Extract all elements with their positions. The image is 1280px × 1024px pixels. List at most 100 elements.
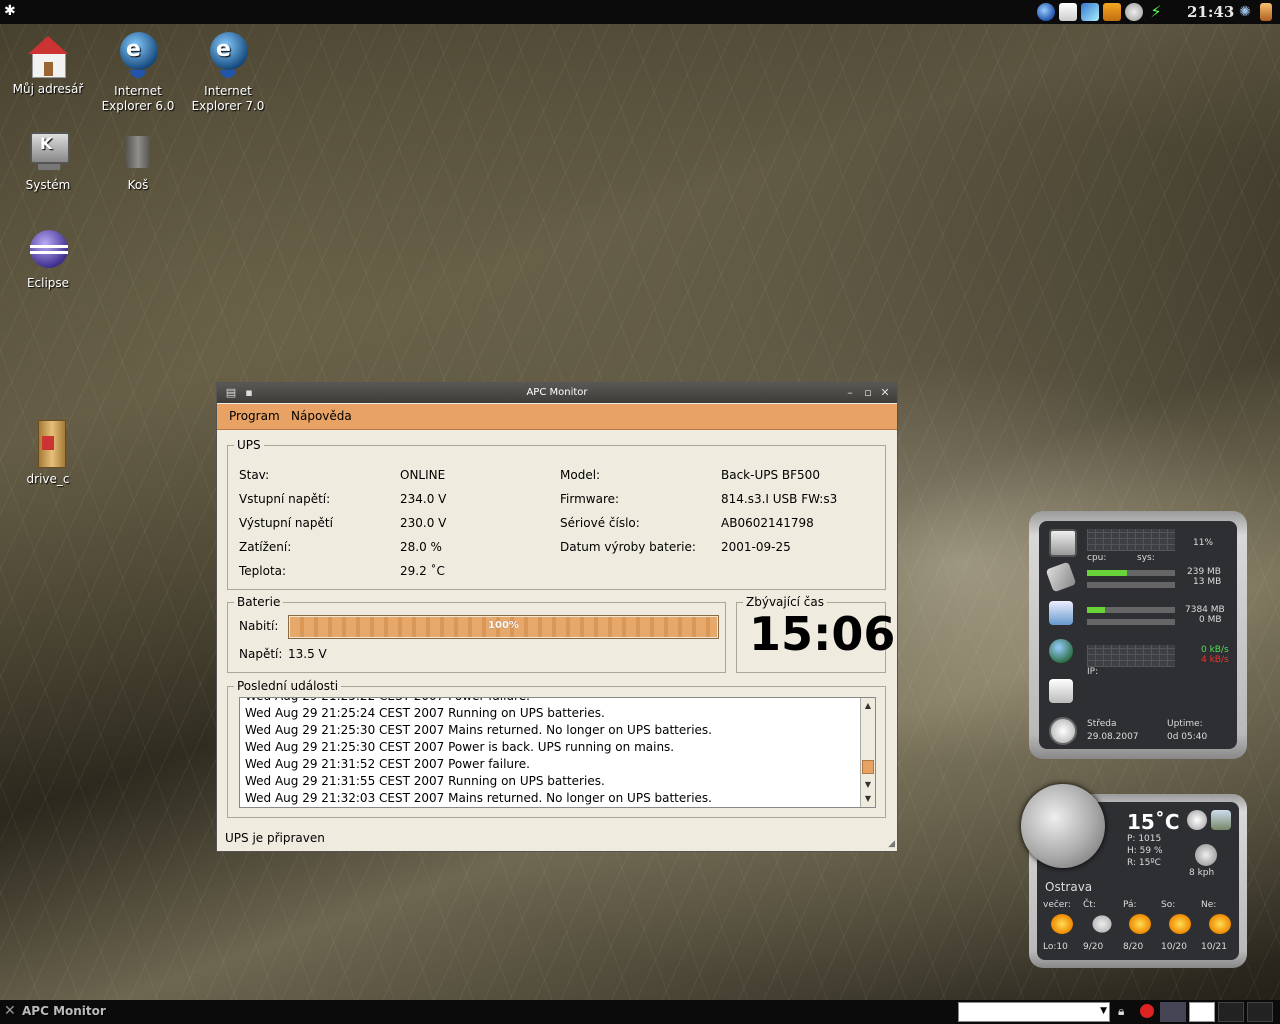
resize-grip-icon[interactable]: ◢ — [888, 839, 895, 849]
remaining-time-group: Zbývající čas 15:06 — [736, 595, 895, 673]
ups-legend: UPS — [234, 438, 264, 452]
battery-icon[interactable] — [1260, 3, 1272, 21]
lock-icon[interactable]: 🔒︎ — [1118, 1004, 1124, 1019]
charge-progress-bar: 100% — [288, 615, 719, 639]
app-x-icon: ✕ — [4, 1003, 16, 1019]
scroll-thumb[interactable] — [862, 760, 874, 774]
desktop-icon-label: Explorer 7.0 — [191, 99, 265, 113]
logout-icon[interactable] — [1140, 1004, 1154, 1018]
globe-icon[interactable] — [1187, 810, 1207, 830]
desktop-icon-label: Koš — [127, 178, 149, 192]
cloudy-icon — [1091, 914, 1113, 934]
taskbar-apc-monitor[interactable]: APC Monitor — [22, 1004, 106, 1018]
scroll-down-icon[interactable]: ▼ — [862, 793, 874, 805]
status-bar: UPS je připraven — [225, 831, 325, 845]
forecast-temps: 10/21 — [1201, 942, 1227, 952]
event-line: Wed Aug 29 21:32:03 CEST 2007 Mains retu… — [245, 791, 712, 805]
pager-desktop-2[interactable] — [1189, 1002, 1215, 1022]
close-icon[interactable]: ✕ — [878, 386, 892, 400]
pager-desktop-4[interactable] — [1247, 1002, 1273, 1022]
events-scrollbar[interactable]: ▲ ▼ ▼ — [860, 698, 875, 807]
home-icon — [28, 36, 68, 78]
ram-bar — [1087, 570, 1175, 576]
scroll-down-small-icon[interactable]: ▼ — [862, 779, 874, 791]
desktop-icon-drive-c[interactable]: drive_c — [0, 420, 96, 487]
model-value: Back-UPS BF500 — [721, 468, 820, 482]
charge-percent: 100% — [488, 620, 519, 631]
events-legend: Poslední události — [234, 679, 342, 693]
minimize-icon[interactable]: – — [843, 386, 857, 400]
forecast-day: Ne: — [1201, 900, 1217, 910]
top-panel: ✱ ⚡ 21:43 ✺ — [0, 0, 1280, 24]
battery-date-label: Datum výroby baterie: — [560, 540, 696, 554]
weather-real: R: 15ºC — [1127, 858, 1161, 868]
notepad-icon[interactable] — [1059, 3, 1077, 21]
ie7-icon: e — [208, 30, 248, 80]
net-down: 4 kB/s — [1201, 655, 1229, 665]
temperature-label: Teplota: — [239, 564, 287, 578]
desktop-icon-ie6[interactable]: e Internet Explorer 6.0 — [90, 30, 186, 114]
input-voltage-value: 234.0 V — [400, 492, 447, 506]
weather-icon[interactable] — [1125, 3, 1143, 21]
taskbar-combobox[interactable]: ▼ — [958, 1002, 1110, 1022]
chevron-down-icon[interactable]: ▼ — [1100, 1006, 1107, 1016]
sun-icon[interactable]: ✺ — [1236, 3, 1254, 21]
window-titlebar[interactable]: ▤ ▪ APC Monitor – ▫ ✕ — [217, 383, 897, 403]
sticky-icon[interactable]: ▪ — [242, 386, 256, 400]
globe-icon[interactable] — [1037, 3, 1055, 21]
desktop-icon-eclipse[interactable]: Eclipse — [0, 230, 96, 291]
input-voltage-label: Vstupní napětí: — [239, 492, 331, 506]
menu-napoveda[interactable]: Nápověda — [291, 409, 352, 423]
charge-label: Nabití: — [239, 619, 279, 633]
disk2-bar — [1087, 619, 1175, 625]
trash-icon — [118, 132, 158, 174]
power-icon[interactable]: ⚡ — [1147, 3, 1165, 21]
kde-menu-icon[interactable]: ✱ — [4, 3, 20, 21]
window-menu-icon[interactable]: ▤ — [224, 386, 238, 400]
load-value: 28.0 % — [400, 540, 442, 554]
uptime-value: 0d 05:40 — [1167, 732, 1208, 742]
forecast-temps: 10/20 — [1161, 942, 1187, 952]
map-icon[interactable] — [1211, 810, 1231, 830]
network-icon[interactable] — [1081, 3, 1099, 21]
city: Ostrava — [1045, 880, 1093, 894]
partly-cloudy-icon — [1169, 914, 1191, 934]
ups-group: UPS Stav: ONLINE Vstupní napětí: 234.0 V… — [227, 438, 886, 590]
desktop-icon-home[interactable]: Můj adresář — [0, 36, 96, 97]
sysmon-widget: 11% cpu: sys: 239 MB 13 MB 7384 MB 0 MB … — [1029, 511, 1247, 759]
pager-desktop-1[interactable] — [1160, 1002, 1186, 1022]
battery-legend: Baterie — [234, 595, 284, 609]
scroll-up-icon[interactable]: ▲ — [862, 700, 874, 712]
forecast-temps: 9/20 — [1083, 942, 1104, 952]
desktop-icon-label: drive_c — [26, 472, 70, 486]
mail-icon[interactable] — [1049, 679, 1073, 703]
disk-used: 7384 MB — [1185, 605, 1225, 615]
maximize-icon[interactable]: ▫ — [861, 386, 875, 400]
weather-pressure: P: 1015 — [1127, 834, 1162, 844]
wind-compass-icon — [1195, 844, 1217, 866]
battery-voltage-value: 13.5 V — [288, 647, 327, 661]
event-line: Wed Aug 29 21:25:30 CEST 2007 Power is b… — [245, 740, 675, 754]
serial-value: AB0602141798 — [721, 516, 814, 530]
desktop-icon-system[interactable]: K Systém — [0, 132, 96, 193]
clock-icon — [1049, 717, 1077, 745]
package-icon[interactable] — [1103, 3, 1121, 21]
clock[interactable]: 21:43 — [1187, 3, 1234, 21]
date: 29.08.2007 — [1087, 732, 1139, 742]
apc-monitor-window: ▤ ▪ APC Monitor – ▫ ✕ Program Nápověda U… — [216, 382, 898, 852]
desktop-icon-ie7[interactable]: e Internet Explorer 7.0 — [180, 30, 276, 114]
events-log[interactable]: Wed Aug 29 21:25:22 CEST 2007 Power fail… — [239, 697, 876, 808]
battery-voltage-label: Napětí: — [239, 647, 283, 661]
pager-desktop-3[interactable] — [1218, 1002, 1244, 1022]
sys-label: sys: — [1137, 553, 1155, 563]
menu-program[interactable]: Program — [229, 409, 280, 423]
model-label: Model: — [560, 468, 601, 482]
cpu-label: cpu: — [1087, 553, 1107, 563]
forecast-day: večer: — [1043, 900, 1071, 910]
partly-cloudy-icon — [1051, 914, 1073, 934]
menubar: Program Nápověda — [217, 404, 897, 430]
disk-icon — [1049, 601, 1073, 625]
partly-cloudy-icon — [1209, 914, 1231, 934]
desktop-icon-trash[interactable]: Koš — [90, 132, 186, 193]
swap-bar — [1087, 582, 1175, 588]
